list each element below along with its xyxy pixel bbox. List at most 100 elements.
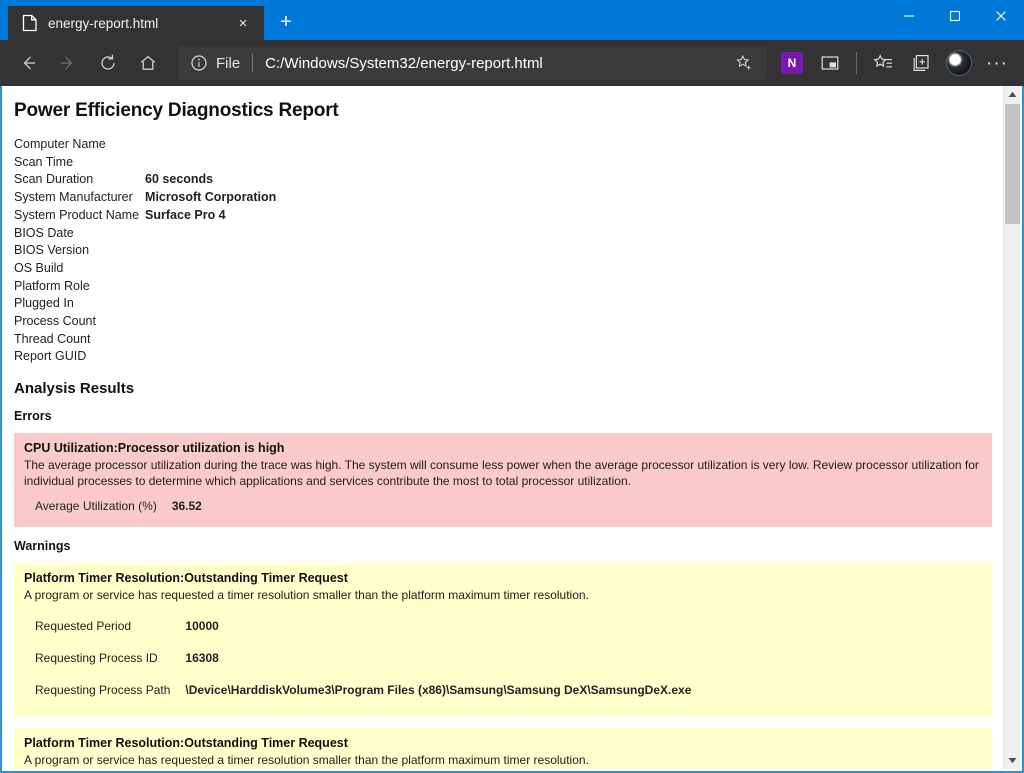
system-info-label: Plugged In (14, 296, 74, 311)
report-document: Power Efficiency Diagnostics Report Comp… (2, 86, 996, 769)
system-info-table: Computer Name Scan Time Scan Duration 60 se… (14, 136, 276, 366)
issue-detail-row: Requesting Process Path \Device\HarddiskV… (34, 674, 692, 706)
tab-title: energy-report.html (48, 15, 159, 31)
system-info-value (145, 331, 276, 349)
system-info-row: Scan Time (14, 154, 276, 172)
system-info-value: Microsoft Corporation (145, 190, 277, 205)
vertical-scrollbar[interactable] (1003, 86, 1020, 769)
system-info-label: Platform Role (14, 278, 90, 293)
browser-tab[interactable]: energy-report.html × (8, 6, 264, 40)
browser-window: energy-report.html × + File C:/Windows/S… (0, 0, 1024, 773)
issue-detail-label: Requesting Process Path (35, 682, 171, 697)
issue-detail-label: Average Utilization (%) (35, 499, 157, 514)
scroll-down-icon[interactable] (1004, 752, 1021, 769)
system-info-row: System Product Name Surface Pro 4 (14, 207, 276, 225)
issue-detail-value: \Device\HarddiskVolume3\Program Files (x… (185, 682, 692, 697)
system-info-row: System Manufacturer Microsoft Corporation (14, 189, 276, 207)
issue-detail-row: Requesting Process ID 16308 (34, 642, 692, 674)
system-info-row: OS Build (14, 260, 276, 278)
info-icon (190, 54, 208, 72)
warnings-container: Platform Timer Resolution:Outstanding Ti… (14, 563, 996, 769)
issue-description: The average processor utilization during… (24, 458, 979, 488)
analysis-results-heading: Analysis Results (14, 380, 135, 398)
issue-detail-row: Average Utilization (%) 36.52 (34, 495, 203, 517)
system-info-value (145, 136, 276, 154)
url-text[interactable]: C:/Windows/System32/energy-report.html (265, 55, 727, 72)
system-info-value (145, 295, 276, 313)
system-info-label: Report GUID (14, 349, 87, 364)
system-info-value (145, 260, 276, 278)
errors-heading: Errors (14, 409, 52, 424)
tab-close-button[interactable]: × (230, 10, 256, 36)
close-button[interactable] (978, 0, 1024, 32)
system-info-label: BIOS Date (14, 225, 74, 240)
issue-title: Platform Timer Resolution:Outstanding Ti… (24, 735, 348, 750)
system-info-label: Scan Time (14, 154, 74, 169)
page-title: Power Efficiency Diagnostics Report (14, 100, 339, 121)
system-info-row: BIOS Date (14, 225, 276, 243)
system-info-value (145, 278, 276, 296)
warnings-heading: Warnings (14, 539, 71, 554)
system-info-label: Process Count (14, 314, 96, 329)
issue-detail-table: Requested Period 10000 Requesting Process … (34, 610, 692, 706)
issue-detail-row: Requested Period 10000 (34, 610, 692, 642)
new-tab-button[interactable]: + (270, 6, 302, 38)
system-info-value (145, 242, 276, 260)
favorites-list-icon[interactable] (864, 45, 902, 81)
issue-detail-table: Average Utilization (%) 36.52 (34, 495, 203, 517)
browser-toolbar: File C:/Windows/System32/energy-report.h… (0, 40, 1024, 86)
home-icon[interactable] (128, 45, 168, 81)
issue-detail-value: 10000 (185, 618, 219, 633)
issue-description: A program or service has requested a tim… (24, 588, 589, 603)
system-info-label: Thread Count (14, 331, 91, 346)
more-ellipsis-icon[interactable]: ··· (978, 45, 1016, 81)
onenote-icon[interactable]: N (773, 45, 811, 81)
system-info-label: OS Build (14, 260, 64, 275)
window-controls (886, 0, 1024, 32)
page-icon (22, 14, 38, 32)
maximize-button[interactable] (932, 0, 978, 32)
title-bar: energy-report.html × + (0, 0, 1024, 40)
warning-block: Platform Timer Resolution:Outstanding Ti… (14, 563, 992, 716)
system-info-label: Computer Name (14, 137, 106, 151)
refresh-icon[interactable] (88, 45, 128, 81)
system-info-label: Scan Duration (14, 172, 94, 187)
forward-icon[interactable] (48, 45, 88, 81)
address-bar[interactable]: File C:/Windows/System32/energy-report.h… (178, 46, 767, 80)
warning-block: Platform Timer Resolution:Outstanding Ti… (14, 727, 992, 769)
profile-avatar[interactable] (940, 45, 978, 81)
system-info-value: Surface Pro 4 (145, 207, 226, 222)
star-add-icon[interactable] (727, 48, 761, 78)
issue-detail-value: 36.52 (171, 499, 202, 514)
error-block: CPU Utilization:Processor utilization is… (14, 433, 992, 528)
url-scheme-label: File (216, 54, 241, 72)
system-info-label: System Product Name (14, 207, 140, 222)
system-info-row: Report GUID (14, 348, 276, 366)
avatar (946, 50, 972, 76)
system-info-value (145, 313, 276, 331)
system-info-row: Process Count (14, 313, 276, 331)
issue-detail-value: 16308 (185, 650, 219, 665)
address-separator (252, 54, 254, 72)
issue-detail-label: Requesting Process ID (35, 650, 158, 665)
tab-strip: energy-report.html × + (0, 0, 302, 40)
toolbar-separator (856, 52, 857, 74)
system-info-row: Scan Duration 60 seconds (14, 171, 276, 189)
page-viewport: Power Efficiency Diagnostics Report Comp… (0, 86, 1024, 773)
system-info-value (145, 225, 276, 243)
minimize-button[interactable] (886, 0, 932, 32)
settings-label: ··· (986, 52, 1008, 74)
system-info-label: BIOS Version (14, 243, 90, 258)
system-info-value (145, 348, 276, 366)
system-info-label: System Manufacturer (14, 190, 133, 205)
system-info-value: 60 seconds (145, 172, 214, 187)
collections-icon[interactable] (902, 45, 940, 81)
picture-in-picture-icon[interactable] (811, 45, 849, 81)
issue-detail-label: Requested Period (35, 618, 132, 633)
back-icon[interactable] (8, 45, 48, 81)
scroll-up-icon[interactable] (1004, 86, 1021, 103)
scrollbar-thumb[interactable] (1005, 104, 1020, 224)
onenote-badge: N (781, 52, 803, 74)
system-info-row: Platform Role (14, 278, 276, 296)
issue-title: Platform Timer Resolution:Outstanding Ti… (24, 571, 348, 586)
